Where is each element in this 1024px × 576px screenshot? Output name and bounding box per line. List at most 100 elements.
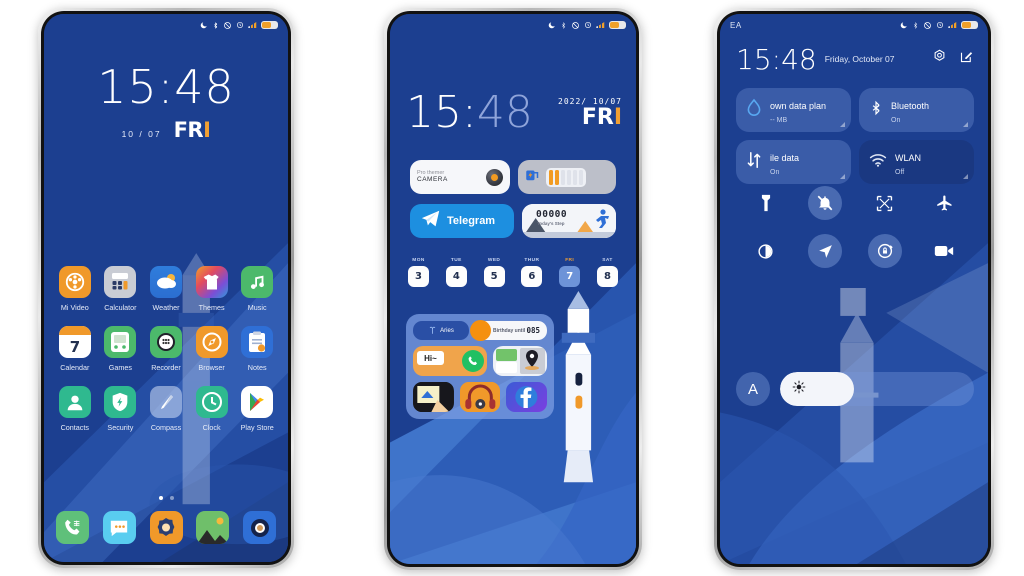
week-day-name: WED [487,258,501,263]
app-label: Play Store [240,423,274,432]
app-recorder[interactable]: Recorder [143,326,189,372]
app-weather[interactable]: Weather [143,266,189,312]
app-security[interactable]: Security [98,386,144,432]
control-center-header: 15:48 Friday, October 07 [736,46,974,74]
brightness-slider[interactable] [780,372,974,406]
edit-icon[interactable] [959,49,974,69]
week-day[interactable]: THUR 6 [521,258,543,287]
photo-edit-icon[interactable] [413,382,454,412]
app-label: Compass [150,423,182,432]
screenshot-icon[interactable] [868,186,902,220]
data-usage-icon [746,98,762,123]
phone-3-screen: EA 15:48 Friday, October 07 own data pla… [720,14,988,564]
page-dot[interactable] [169,496,174,500]
dark-mode-icon[interactable] [749,234,783,268]
auto-brightness-button[interactable]: A [736,372,770,406]
airplane-icon[interactable] [927,186,961,220]
app-compass[interactable]: Compass [143,386,189,432]
header-time: 15:48 [736,43,817,76]
week-day[interactable]: TUE 4 [445,258,467,287]
alarm-icon [236,21,244,29]
week-day-name: MON [412,258,425,263]
bluetooth-icon [912,21,919,30]
app-notes[interactable]: Notes [234,326,280,372]
week-day-num: 6 [521,266,543,287]
tile-data-plan[interactable]: own data plan -- MB [736,88,851,132]
flashlight-icon[interactable] [749,186,783,220]
app-mi-video[interactable]: Mi Video [52,266,98,312]
messages-icon[interactable] [102,511,136,544]
weather-icon [149,266,182,298]
zodiac-label: Aries [440,327,454,334]
mi-video-icon [58,266,91,298]
phone-dialer-icon[interactable] [56,511,89,544]
screen-record-icon[interactable] [927,234,961,268]
tile-expand-corner[interactable] [840,122,845,127]
week-day-name: TUE [450,258,462,263]
tile-mobile-data[interactable]: ile data On [736,140,851,184]
app-contacts[interactable]: Contacts [52,386,98,432]
week-day-selected[interactable]: FRI 7 [559,258,581,287]
phone-3-control-center: EA 15:48 Friday, October 07 own data pla… [714,8,994,570]
week-day-num: 5 [483,266,505,287]
app-label: Mi Video [60,303,89,312]
tile-expand-corner[interactable] [840,174,845,179]
alarm-icon [584,21,592,29]
bluetooth-icon [869,98,883,123]
tile-expand-corner[interactable] [963,174,968,179]
settings-gear-icon[interactable] [932,49,947,69]
page-indicator-1 [44,496,288,500]
week-day[interactable]: MON 3 [408,258,429,287]
app-music[interactable]: Music [234,266,280,312]
app-browser[interactable]: Browser [189,326,235,372]
calendar-icon: 7 [58,326,91,358]
music-icon [241,266,274,298]
week-day[interactable]: SAT 8 [596,258,618,287]
camera-icon[interactable] [243,511,276,544]
telegram-widget[interactable]: Telegram [410,204,514,238]
page-dot[interactable] [158,496,163,500]
rotation-lock-icon[interactable] [867,234,902,268]
bluetooth-icon [212,21,219,30]
mute-bell-icon[interactable] [808,186,843,220]
tile-bluetooth[interactable]: Bluetooth On [859,88,974,132]
calculator-icon [104,266,137,298]
tile-expand-corner[interactable] [963,122,968,127]
location-icon[interactable] [808,234,843,268]
app-calendar[interactable]: 7 Calendar [52,326,98,372]
steps-widget[interactable]: 00000 Today's Step [522,204,616,238]
headphones-music-icon[interactable] [459,382,501,412]
app-games[interactable]: Games [98,326,144,372]
app-label: Calculator [104,303,137,312]
camera-widget[interactable]: Pro themer CAMERA [410,160,510,194]
camera-widget-title: Pro themer [417,169,445,176]
maps-icon[interactable] [493,346,547,376]
app-themes[interactable]: Themes [189,266,235,312]
phone-showcase: 15:48 10 / 07 FRI Mi Video Calculator We… [0,0,1024,576]
header-date: Friday, October 07 [824,54,895,64]
birthday-value: 085 [526,326,540,335]
alarm-icon [936,21,944,29]
app-calculator[interactable]: Calculator [98,266,144,312]
phone-1-screen: 15:48 10 / 07 FRI Mi Video Calculator We… [44,14,288,562]
quick-toggles [736,186,974,268]
whatsapp-hi-icon[interactable]: Hi~ [413,346,487,376]
telegram-icon [420,208,442,235]
app-clock[interactable]: Clock [189,386,235,432]
gallery-icon[interactable] [196,511,230,544]
tile-wlan[interactable]: WLAN Off [859,140,974,184]
widget-row-top: Pro themer CAMERA [410,160,616,194]
week-day-num: 8 [596,266,618,287]
week-day-num: 3 [408,266,429,287]
facebook-icon[interactable] [506,382,548,412]
battery-widget[interactable] [518,160,616,194]
week-day-name: SAT [602,258,613,263]
app-play-store[interactable]: Play Store [234,386,280,432]
hi-bubble-text: Hi~ [417,351,444,365]
carrier-label: EA [730,20,742,30]
settings-icon[interactable] [149,511,183,544]
week-day[interactable]: WED 5 [483,258,505,287]
zodiac-widget[interactable]: Aries [413,321,469,340]
notes-icon [241,326,274,358]
birthday-widget[interactable]: Birthday until 085 [470,320,547,341]
